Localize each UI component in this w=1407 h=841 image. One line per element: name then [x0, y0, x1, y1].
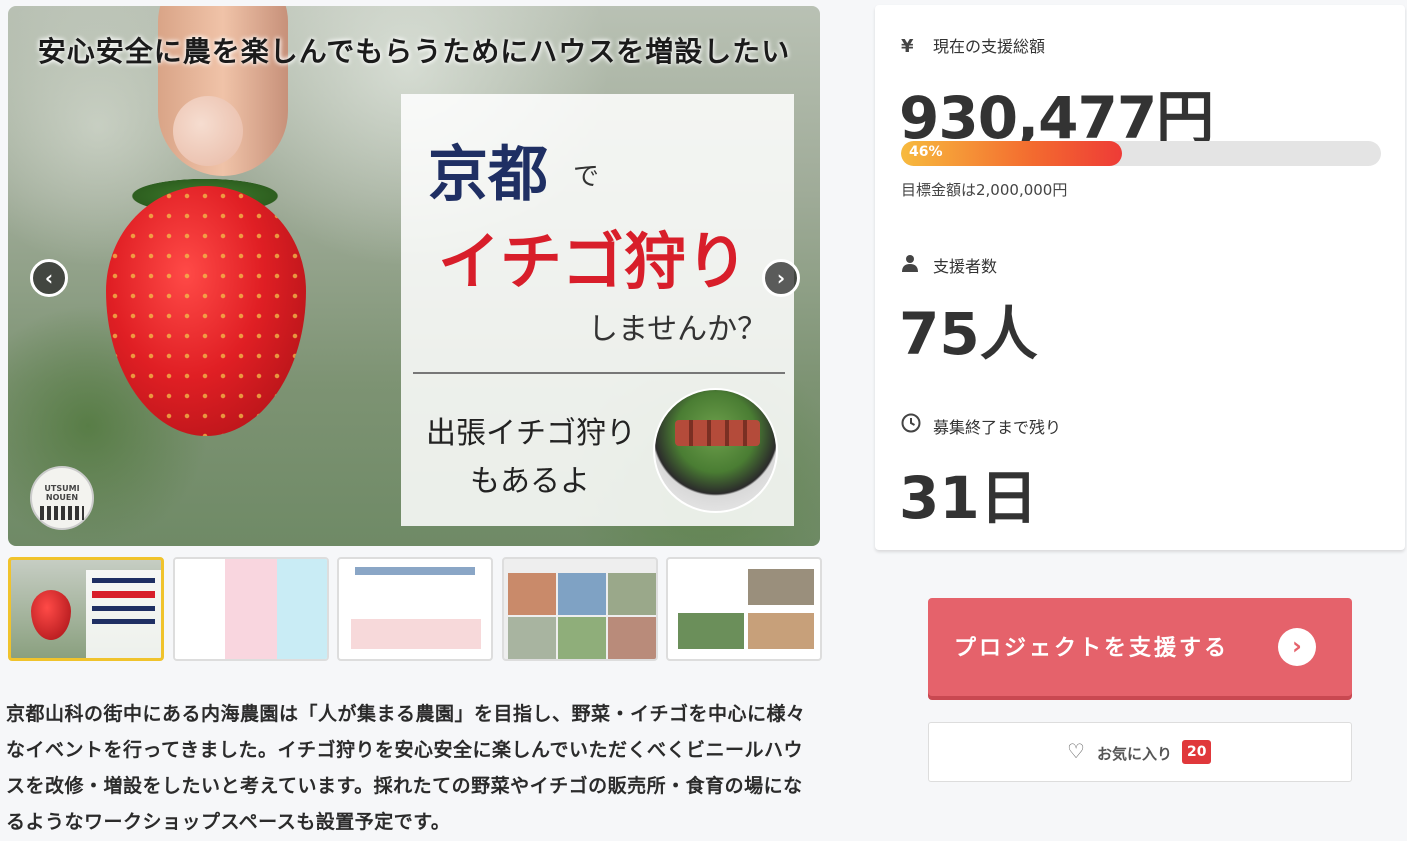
- project-main-image: 安心安全に農を楽しんでもらうためにハウスを増設したい 京都 で イチゴ狩り しま…: [8, 6, 820, 546]
- project-description: 京都山科の街中にある内海農園は「人が集まる農園」を目指し、野菜・イチゴを中心に様…: [6, 696, 830, 840]
- carousel-prev-button[interactable]: ‹: [30, 259, 68, 297]
- hero-shimasenka: しませんか？: [588, 312, 768, 347]
- amount-label: ¥ 現在の支援総額: [901, 36, 1046, 57]
- description-line: なイベントを行ってきました。イチゴ狩りを安心安全に楽しんでいただくべくビニールハ…: [6, 739, 804, 761]
- remaining-label: 募集終了まで残り: [901, 413, 1061, 438]
- favorite-count-badge: 20: [1182, 740, 1212, 764]
- thumbnail-5[interactable]: [666, 557, 822, 661]
- hero-shutcho-line2: もあるよ: [470, 464, 590, 499]
- hero-headline: 安心安全に農を楽しんでもらうためにハウスを増設したい: [37, 35, 791, 68]
- backers-label: 支援者数: [901, 253, 997, 277]
- user-icon: [901, 254, 925, 277]
- favorite-button[interactable]: ♡ お気に入り 20: [928, 722, 1352, 782]
- thumbnail-2[interactable]: [173, 557, 329, 661]
- clock-icon: [901, 413, 925, 438]
- description-line: 京都山科の街中にある内海農園は「人が集まる農園」を目指し、野菜・イチゴを中心に様…: [6, 703, 806, 725]
- chevron-left-icon: ‹: [44, 266, 54, 290]
- progress-percent: 46%: [909, 144, 943, 160]
- yen-icon: ¥: [901, 36, 914, 57]
- hero-divider: [413, 372, 785, 374]
- thumbnail-3[interactable]: [337, 557, 493, 661]
- thumbnail-1[interactable]: [8, 557, 164, 661]
- hero-kyoto: 京都: [428, 140, 548, 210]
- support-project-button[interactable]: プロジェクトを支援する ›: [928, 598, 1352, 696]
- funding-stats-card: ¥ 現在の支援総額 930,477円 46% 目標金額は2,000,000円 支援…: [875, 5, 1405, 550]
- hero-shutcho-line1: 出張イチゴ狩り: [426, 416, 636, 451]
- fingernail-illustration: [173, 96, 243, 166]
- backers-value: 75人: [899, 300, 1038, 368]
- goal-amount: 目標金額は2,000,000円: [901, 181, 1068, 199]
- heart-icon: ♡: [1067, 739, 1085, 763]
- chevron-right-circle-icon: ›: [1278, 628, 1316, 666]
- hero-de: で: [573, 162, 600, 192]
- description-line: スを改修・増設をしたいと考えています。採れたての野菜やイチゴの販売所・食育の場に…: [6, 775, 803, 797]
- hero-ichigo-gari: イチゴ狩り: [438, 225, 749, 298]
- support-button-label: プロジェクトを支援する: [954, 636, 1230, 661]
- funding-progress-bar: 46%: [901, 141, 1381, 166]
- farm-logo: UTSUMI NOUEN: [30, 466, 94, 530]
- remaining-value: 31日: [899, 464, 1038, 532]
- planter-photo-circle: [653, 388, 778, 513]
- thumbnail-4[interactable]: [502, 557, 658, 661]
- description-line: るようなワークショップスペースも設置予定です。: [6, 811, 451, 833]
- thumbnail-strip: [8, 557, 822, 661]
- chevron-right-icon: ›: [776, 266, 786, 290]
- carousel-next-button[interactable]: ›: [762, 259, 800, 297]
- favorite-label: お気に入り: [1097, 745, 1173, 763]
